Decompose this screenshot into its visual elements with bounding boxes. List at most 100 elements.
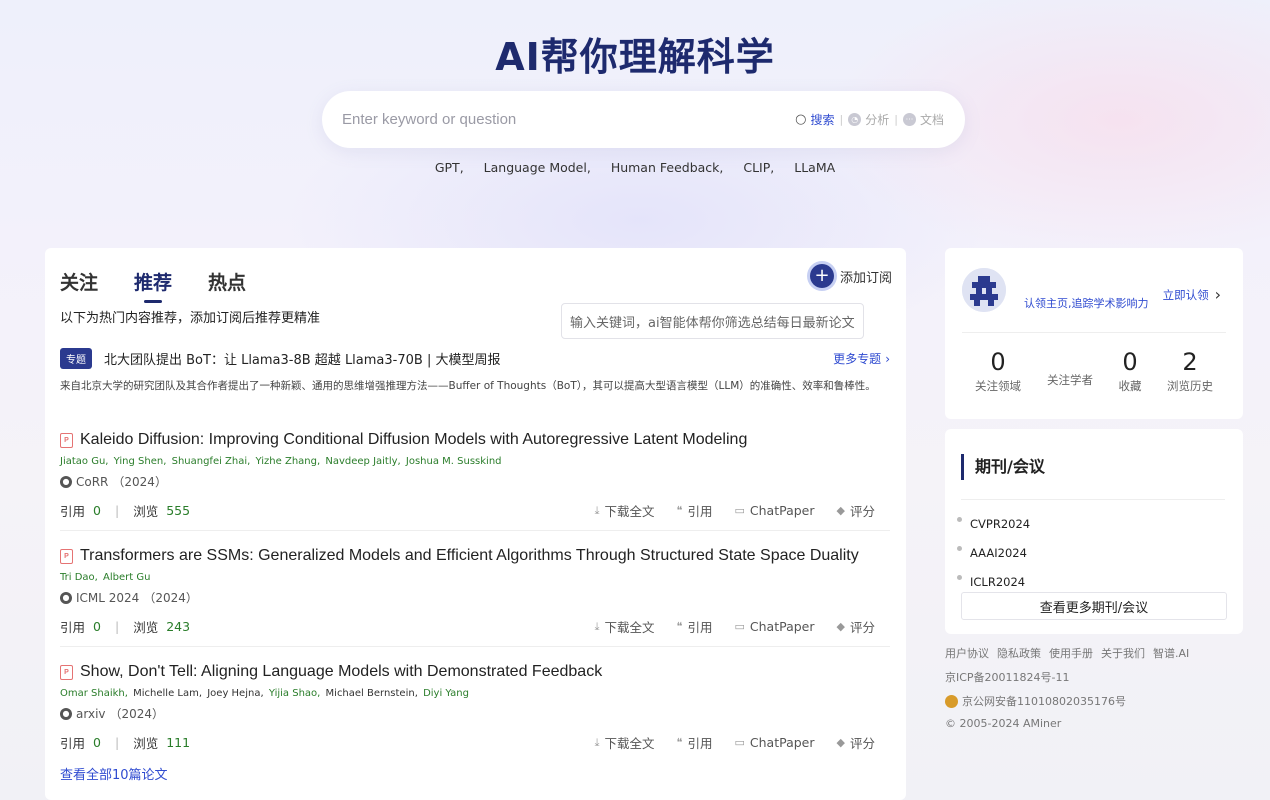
hero-title: AI帮你理解科学 (495, 35, 775, 79)
stat-browse-history[interactable]: 2 浏览历史 (1160, 348, 1220, 394)
citations-label: 引用 (60, 504, 86, 519)
keyword-link[interactable]: Human Feedback, (611, 160, 724, 175)
citations-count: 0 (93, 619, 101, 634)
author-link[interactable]: Diyi Yang (423, 688, 469, 699)
paper-title[interactable]: Show, Don't Tell: Aligning Language Mode… (80, 663, 602, 681)
footer-link[interactable]: 使用手册 (1049, 645, 1093, 661)
author-link[interactable]: Albert Gu (103, 572, 150, 583)
view-all-papers-link[interactable]: 查看全部10篇论文 (60, 764, 168, 783)
footer-link[interactable]: 关于我们 (1101, 645, 1145, 661)
topic-title[interactable]: 北大团队提出 BoT：让 Llama3-8B 超越 Llama3-70B | 大… (104, 349, 833, 368)
profile-card: 认领主页,追踪学术影响力 立即认领 › 0 关注领域 关注学者 0 收藏 2 浏… (945, 248, 1243, 419)
keyword-link[interactable]: Language Model, (484, 160, 591, 175)
analysis-mode-label: 分析 (865, 113, 890, 127)
paper-authors: Tri Dao, Albert Gu (60, 572, 890, 583)
venue-year: （2024） (143, 591, 198, 605)
rate-button[interactable]: ◆ 评分 (837, 617, 875, 636)
citations-label: 引用 (60, 736, 86, 751)
recommend-hint: 以下为热门内容推荐，添加订阅后推荐更精准 (60, 311, 321, 326)
cite-button[interactable]: ❝ 引用 (677, 501, 713, 520)
author-link[interactable]: Omar Shaikh, (60, 688, 128, 699)
citations-count: 0 (93, 503, 101, 518)
paper-title[interactable]: Transformers are SSMs: Generalized Model… (80, 547, 859, 565)
author-link[interactable]: Joshua M. Susskind (406, 456, 502, 467)
author-link[interactable]: Navdeep Jaitly, (325, 456, 400, 467)
search-input[interactable] (342, 111, 791, 128)
chatpaper-button[interactable]: ▭ ChatPaper (734, 617, 814, 636)
rate-button[interactable]: ◆ 评分 (837, 733, 875, 752)
bullet-icon (957, 517, 962, 522)
tab-follow[interactable]: 关注 (60, 268, 98, 303)
paper-title[interactable]: Kaleido Diffusion: Improving Conditional… (80, 431, 747, 449)
police-record[interactable]: 京公网安备11010802035176号 (945, 693, 1243, 709)
stat-favorites[interactable]: 0 收藏 (1110, 348, 1150, 394)
footer-link[interactable]: 隐私政策 (997, 645, 1041, 661)
author-link[interactable]: Tri Dao, (60, 572, 98, 583)
more-journals-button[interactable]: 查看更多期刊/会议 (961, 592, 1227, 620)
stat-divider: | (114, 735, 120, 750)
download-icon: ⤓ (594, 619, 600, 633)
download-button[interactable]: ⤓ 下载全文 (595, 501, 655, 520)
views-label: 浏览 (133, 620, 159, 635)
author-link[interactable]: Jiatao Gu, (60, 456, 108, 467)
pdf-icon: P (60, 432, 73, 448)
claim-profile-button[interactable]: 立即认领 › (1163, 285, 1221, 304)
journal-card: 期刊/会议 CVPR2024 AAAI2024 ICLR2024 查看更多期刊/… (945, 429, 1243, 634)
keyword-link[interactable]: LLaMA (794, 160, 835, 175)
download-icon: ⤓ (594, 503, 600, 517)
journal-list: CVPR2024 AAAI2024 ICLR2024 (957, 509, 1030, 596)
author-name: Michael Bernstein, (325, 688, 418, 699)
search-modes: ○ 搜索 | ◔ 分析 | ··· 文档 (790, 111, 949, 128)
search-mode-document[interactable]: ··· 文档 (898, 111, 949, 128)
more-topics-link[interactable]: 更多专题 › (833, 350, 890, 367)
author-link[interactable]: Yijia Shao, (269, 688, 321, 699)
footer-link[interactable]: 用户协议 (945, 645, 989, 661)
chatpaper-button[interactable]: ▭ ChatPaper (734, 733, 814, 752)
paper-stats: 引用 0 | 浏览 243 ⤓ 下载全文 ❝ 引用 ▭ ChatPaper ◆ 评分 (60, 617, 890, 636)
rate-label: 评分 (849, 620, 875, 635)
document-mode-label: 文档 (919, 113, 944, 127)
footer-link[interactable]: 智谱.AI (1153, 645, 1189, 661)
paper-actions: ⤓ 下载全文 ❝ 引用 ▭ ChatPaper ◆ 评分 (595, 733, 875, 752)
cite-button[interactable]: ❝ 引用 (677, 617, 713, 636)
paper-item: P Kaleido Diffusion: Improving Condition… (60, 431, 890, 531)
tab-recommend[interactable]: 推荐 (134, 268, 172, 303)
claim-profile-label: 立即认领 (1162, 287, 1209, 302)
subscription-tooltip: 输入关键词，ai智能体帮你筛选总结每日最新论文 (561, 303, 864, 339)
quote-icon: ❝ (676, 620, 683, 633)
paper-venue: ● CoRR （2024） (60, 473, 890, 490)
rate-label: 评分 (849, 736, 875, 751)
plus-icon: + (809, 264, 834, 288)
keyword-link[interactable]: GPT, (435, 160, 464, 175)
stat-followed-scholars[interactable]: 关注学者 (1040, 370, 1100, 388)
paper-authors: Jiatao Gu, Ying Shen, Shuangfei Zhai, Yi… (60, 456, 890, 467)
icp-license[interactable]: 京ICP备20011824号-11 (945, 669, 1243, 685)
bullet-icon (957, 546, 962, 551)
stat-followed-fields[interactable]: 0 关注领域 (968, 348, 1028, 394)
journal-item[interactable]: AAAI2024 (957, 538, 1030, 567)
rate-icon: ◆ (836, 504, 845, 517)
more-topics-label: 更多专题 (833, 352, 882, 366)
topic-badge: 专题 (60, 348, 92, 369)
keyword-link[interactable]: CLIP, (743, 160, 774, 175)
journal-item[interactable]: CVPR2024 (957, 509, 1030, 538)
search-mode-search[interactable]: ○ 搜索 (790, 111, 839, 128)
download-button[interactable]: ⤓ 下载全文 (595, 617, 655, 636)
tab-hot[interactable]: 热点 (208, 268, 246, 303)
divider (961, 499, 1225, 500)
download-button[interactable]: ⤓ 下载全文 (595, 733, 655, 752)
topic-block: 专题 北大团队提出 BoT：让 Llama3-8B 超越 Llama3-70B … (60, 348, 890, 395)
footer: 用户协议 隐私政策 使用手册 关于我们 智谱.AI 京ICP备20011824号… (945, 645, 1243, 730)
author-link[interactable]: Ying Shen, (114, 456, 167, 467)
author-link[interactable]: Yizhe Zhang, (256, 456, 321, 467)
chatpaper-button[interactable]: ▭ ChatPaper (734, 501, 814, 520)
paper-stats: 引用 0 | 浏览 111 ⤓ 下载全文 ❝ 引用 ▭ ChatPaper ◆ 评分 (60, 733, 890, 752)
add-subscription-button[interactable]: + 添加订阅 (809, 264, 892, 288)
author-link[interactable]: Shuangfei Zhai, (172, 456, 251, 467)
rate-button[interactable]: ◆ 评分 (837, 501, 875, 520)
stat-label: 浏览历史 (1167, 379, 1213, 393)
search-mode-analysis[interactable]: ◔ 分析 (843, 111, 894, 128)
stat-label: 收藏 (1118, 379, 1142, 393)
cite-button[interactable]: ❝ 引用 (677, 733, 713, 752)
stat-divider: | (114, 503, 120, 518)
